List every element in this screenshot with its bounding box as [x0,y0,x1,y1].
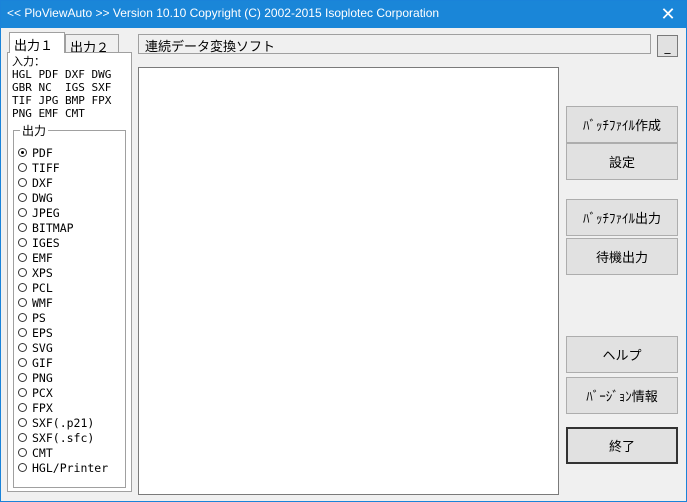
output-option[interactable]: PS [18,310,46,325]
output-option-label: XPS [32,265,53,280]
output-option[interactable]: WMF [18,295,53,310]
radio-button[interactable] [18,463,27,472]
output-option-label: EMF [32,250,53,265]
settings-button[interactable]: 設定 [566,143,678,180]
close-icon: ✕ [660,4,676,25]
output-option[interactable]: XPS [18,265,53,280]
output-option[interactable]: PNG [18,370,53,385]
radio-button[interactable] [18,208,27,217]
batch-file-output-button[interactable]: ﾊﾞｯﾁﾌｧｲﾙ出力 [566,199,678,236]
radio-button[interactable] [18,328,27,337]
tab-output-1[interactable]: 出力１ [9,32,65,54]
title-bar: << PloViewAuto >> Version 10.10 Copyrigh… [1,1,686,28]
output-option-label: PCX [32,385,53,400]
output-option-label: SXF(.sfc) [32,430,95,445]
output-option-label: PCL [32,280,53,295]
output-option[interactable]: DXF [18,175,53,190]
output-option-label: SXF(.p21) [32,415,95,430]
exit-button[interactable]: 終了 [566,427,678,464]
output-option[interactable]: PCX [18,385,53,400]
output-option-label: SVG [32,340,53,355]
radio-button[interactable] [18,148,27,157]
input-formats-list: HGL PDF DXF DWG GBR NC IGS SXF TIF JPG B… [12,68,112,120]
radio-button[interactable] [18,283,27,292]
help-button[interactable]: ヘルプ [566,336,678,373]
output-option[interactable]: HGL/Printer [18,460,108,475]
output-option[interactable]: FPX [18,400,53,415]
minimize-icon: _ [664,40,671,54]
radio-button[interactable] [18,358,27,367]
output-option-label: DXF [32,175,53,190]
output-format-group: 出力 PDF TIFF DXF DWG JPEG BITMAP IGES EMF XPS PCL W… [13,122,126,488]
radio-button[interactable] [18,298,27,307]
output-option-label: JPEG [32,205,60,220]
output-option[interactable]: SXF(.p21) [18,415,94,430]
output-option[interactable]: BITMAP [18,220,74,235]
radio-button[interactable] [18,313,27,322]
output-option-label: IGES [32,235,60,250]
radio-button[interactable] [18,433,27,442]
close-button[interactable]: ✕ [650,1,686,28]
radio-button[interactable] [18,163,27,172]
batch-file-create-button[interactable]: ﾊﾞｯﾁﾌｧｲﾙ作成 [566,106,678,143]
output-option[interactable]: TIFF [18,160,60,175]
output-settings-panel: 入力： HGL PDF DXF DWG GBR NC IGS SXF TIF J… [7,52,132,492]
output-option[interactable]: PDF [18,145,53,160]
output-option-label: EPS [32,325,53,340]
output-option[interactable]: SVG [18,340,53,355]
radio-button[interactable] [18,253,27,262]
output-option-label: DWG [32,190,53,205]
radio-button[interactable] [18,448,27,457]
output-option-label: PS [32,310,46,325]
output-group-label: 出力 [20,122,49,139]
output-option[interactable]: EMF [18,250,53,265]
output-option-label: BITMAP [32,220,74,235]
output-option[interactable]: CMT [18,445,53,460]
output-option-label: PDF [32,145,53,160]
radio-button[interactable] [18,343,27,352]
output-option-label: HGL/Printer [32,460,109,475]
output-option-label: PNG [32,370,53,385]
radio-button[interactable] [18,268,27,277]
input-heading: 入力： [12,55,45,68]
main-window: << PloViewAuto >> Version 10.10 Copyrigh… [0,0,687,502]
version-info-button[interactable]: ﾊﾞｰｼﾞｮﾝ情報 [566,377,678,414]
output-option-label: FPX [32,400,53,415]
radio-button[interactable] [18,388,27,397]
radio-button[interactable] [18,178,27,187]
radio-button[interactable] [18,403,27,412]
output-option[interactable]: SXF(.sfc) [18,430,94,445]
radio-button[interactable] [18,223,27,232]
radio-button[interactable] [18,418,27,427]
output-option-label: GIF [32,355,53,370]
minimize-button[interactable]: _ [657,35,678,57]
log-content-area[interactable] [138,67,559,495]
window-title: << PloViewAuto >> Version 10.10 Copyrigh… [7,6,440,20]
output-option[interactable]: GIF [18,355,53,370]
app-header-field: 連続データ変換ソフト [138,34,651,55]
output-option[interactable]: EPS [18,325,53,340]
output-option[interactable]: JPEG [18,205,60,220]
radio-button[interactable] [18,193,27,202]
radio-button[interactable] [18,238,27,247]
output-option-label: TIFF [32,160,60,175]
output-option-label: CMT [32,445,53,460]
output-option-label: WMF [32,295,53,310]
output-option[interactable]: DWG [18,190,53,205]
radio-button[interactable] [18,373,27,382]
wait-output-button[interactable]: 待機出力 [566,238,678,275]
output-option[interactable]: PCL [18,280,53,295]
output-option[interactable]: IGES [18,235,60,250]
tab-output-2[interactable]: 出力２ [65,34,119,56]
